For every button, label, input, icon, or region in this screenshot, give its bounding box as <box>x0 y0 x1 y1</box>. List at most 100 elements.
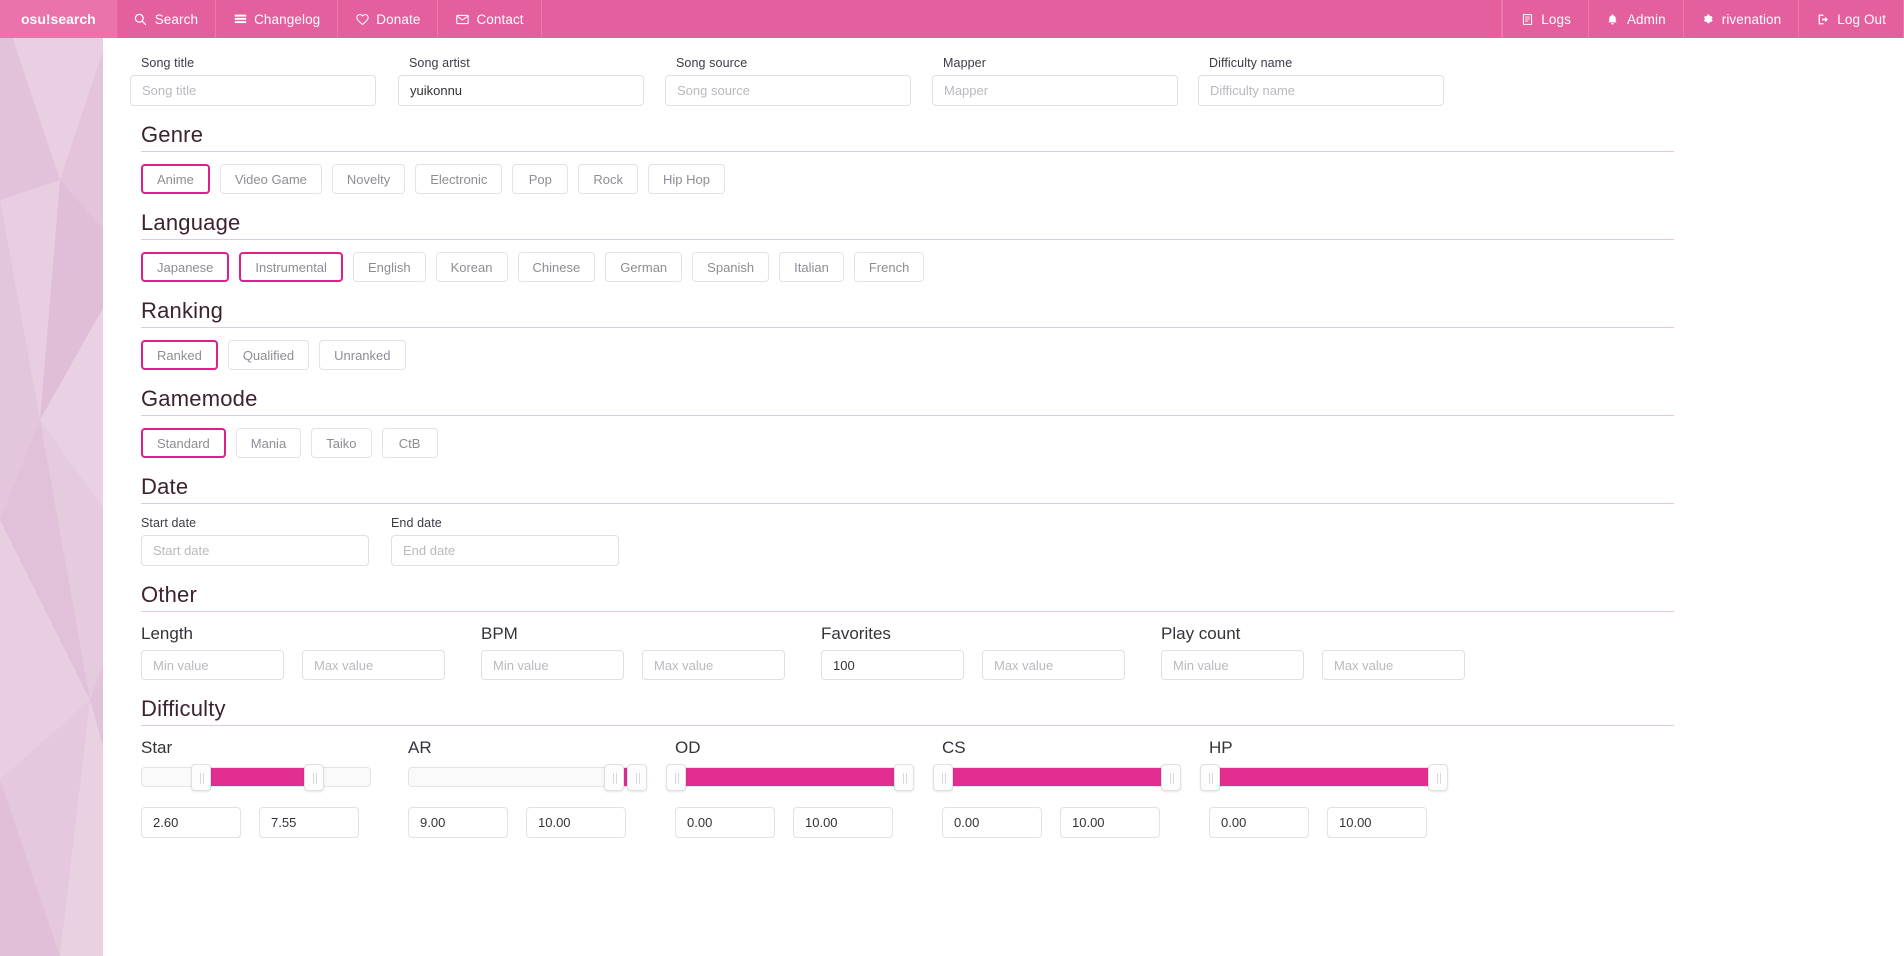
slider-star-max-handle[interactable] <box>304 764 325 791</box>
slider-hp-max-input[interactable] <box>1327 807 1427 838</box>
pill-label: Electronic <box>430 171 488 187</box>
slider-ar-max-input[interactable] <box>526 807 626 838</box>
slider-od-track[interactable] <box>666 764 914 791</box>
nav-item-donate-label: Donate <box>376 11 421 27</box>
slider-od-max-input[interactable] <box>793 807 893 838</box>
slider-od-min-handle[interactable] <box>666 764 686 791</box>
length-max-input[interactable] <box>302 650 445 680</box>
slider-hp-max-handle[interactable] <box>1428 764 1448 791</box>
gamemode-option-mania[interactable]: Mania <box>235 428 302 458</box>
slider-star-min-handle[interactable] <box>191 764 212 791</box>
search-filters-panel: Song title Song artist Song source Mappe… <box>103 38 1904 956</box>
other-group-length-inputs <box>141 650 481 680</box>
gamemode-divider <box>141 415 1674 416</box>
slider-hp-values <box>1209 807 1476 838</box>
nav-item-admin[interactable]: Admin <box>1589 0 1684 38</box>
slider-ar-min-input[interactable] <box>408 807 508 838</box>
nav-item-logout[interactable]: Log Out <box>1799 0 1904 38</box>
slider-hp-title: HP <box>1209 738 1233 757</box>
slider-cs-max-handle[interactable] <box>1161 764 1181 791</box>
nav-item-contact[interactable]: Contact <box>438 0 542 38</box>
nav-item-changelog[interactable]: Changelog <box>216 0 339 38</box>
slider-ar-track[interactable] <box>408 764 647 791</box>
mapper-input[interactable] <box>932 75 1178 106</box>
gamemode-option-standard[interactable]: Standard <box>141 428 226 458</box>
nav-item-logs-label: Logs <box>1541 11 1571 27</box>
gear-icon <box>1701 12 1715 26</box>
slider-cs-min-handle[interactable] <box>933 764 953 791</box>
genre-option-rock[interactable]: Rock <box>578 164 638 194</box>
difficulty-name-input[interactable] <box>1198 75 1444 106</box>
ranking-option-qualified[interactable]: Qualified <box>227 340 310 370</box>
slider-hp-track[interactable] <box>1200 764 1448 791</box>
genre-option-electronic[interactable]: Electronic <box>415 164 503 194</box>
genre-option-novelty[interactable]: Novelty <box>331 164 406 194</box>
ranking-option-unranked[interactable]: Unranked <box>319 340 406 370</box>
nav-item-search[interactable]: Search <box>117 0 217 38</box>
other-group-favorites-inputs <box>821 650 1161 680</box>
top-navbar: osu!search Search Changelog Donate Conta… <box>0 0 1904 38</box>
slider-hp-fill <box>1210 768 1438 786</box>
gamemode-option-taiko[interactable]: Taiko <box>311 428 372 458</box>
language-option-japanese[interactable]: Japanese <box>141 252 230 282</box>
slider-od-max-handle[interactable] <box>894 764 914 791</box>
slider-ar-min-handle[interactable] <box>604 764 625 791</box>
other-group-favorites-title: Favorites <box>821 624 891 643</box>
nav-item-logs[interactable]: Logs <box>1502 0 1589 38</box>
play-count-min-input[interactable] <box>1161 650 1304 680</box>
slider-cs-max-input[interactable] <box>1060 807 1160 838</box>
other-group-bpm-title: BPM <box>481 624 518 643</box>
language-option-spanish[interactable]: Spanish <box>692 252 770 282</box>
pill-label: Ranked <box>157 347 202 363</box>
brand-logo[interactable]: osu!search <box>0 0 117 38</box>
language-option-english[interactable]: English <box>352 252 426 282</box>
genre-option-hip-hop[interactable]: Hip Hop <box>647 164 725 194</box>
slider-ar-max-handle[interactable] <box>627 764 647 791</box>
nav-item-user-profile[interactable]: rivenation <box>1684 0 1800 38</box>
nav-item-donate[interactable]: Donate <box>338 0 439 38</box>
language-option-italian[interactable]: Italian <box>779 252 844 282</box>
heart-icon <box>355 12 369 26</box>
language-option-korean[interactable]: Korean <box>435 252 508 282</box>
slider-hp-min-handle[interactable] <box>1200 764 1220 791</box>
language-option-french[interactable]: French <box>853 252 925 282</box>
language-option-german[interactable]: German <box>605 252 683 282</box>
slider-cs-min-input[interactable] <box>942 807 1042 838</box>
favorites-min-input[interactable] <box>821 650 964 680</box>
genre-option-pop[interactable]: Pop <box>512 164 569 194</box>
slider-group-star: Star <box>141 738 408 838</box>
slider-star-track[interactable] <box>141 764 371 791</box>
gamemode-option-ctb[interactable]: CtB <box>381 428 438 458</box>
slider-od-min-input[interactable] <box>675 807 775 838</box>
slider-cs-track[interactable] <box>933 764 1181 791</box>
other-group-play-count: Play count <box>1161 624 1501 680</box>
gamemode-heading: Gamemode <box>141 386 258 411</box>
song-artist-input[interactable] <box>398 75 644 106</box>
language-options: Japanese Instrumental English Korean Chinese… <box>130 252 1750 282</box>
slider-star-max-input[interactable] <box>259 807 359 838</box>
nav-item-changelog-label: Changelog <box>254 11 321 27</box>
section-difficulty: Difficulty Star AR OD CS HP <box>130 696 1750 838</box>
slider-star-min-input[interactable] <box>141 807 241 838</box>
field-start-date-label: Start date <box>141 516 197 530</box>
song-title-input[interactable] <box>130 75 376 106</box>
length-min-input[interactable] <box>141 650 284 680</box>
favorites-max-input[interactable] <box>982 650 1125 680</box>
bpm-min-input[interactable] <box>481 650 624 680</box>
other-group-play-count-title: Play count <box>1161 624 1241 643</box>
genre-option-video-game[interactable]: Video Game <box>219 164 322 194</box>
end-date-input[interactable] <box>391 535 619 566</box>
play-count-max-input[interactable] <box>1322 650 1465 680</box>
slider-hp-min-input[interactable] <box>1209 807 1309 838</box>
field-song-artist-label: Song artist <box>409 56 470 70</box>
pill-label: Unranked <box>334 347 391 363</box>
song-source-input[interactable] <box>665 75 911 106</box>
language-option-instrumental[interactable]: Instrumental <box>239 252 343 282</box>
slider-od-values <box>675 807 942 838</box>
bpm-max-input[interactable] <box>642 650 785 680</box>
ranking-option-ranked[interactable]: Ranked <box>141 340 218 370</box>
language-option-chinese[interactable]: Chinese <box>517 252 596 282</box>
genre-option-anime[interactable]: Anime <box>141 164 210 194</box>
slider-group-od: OD <box>666 738 942 838</box>
start-date-input[interactable] <box>141 535 369 566</box>
